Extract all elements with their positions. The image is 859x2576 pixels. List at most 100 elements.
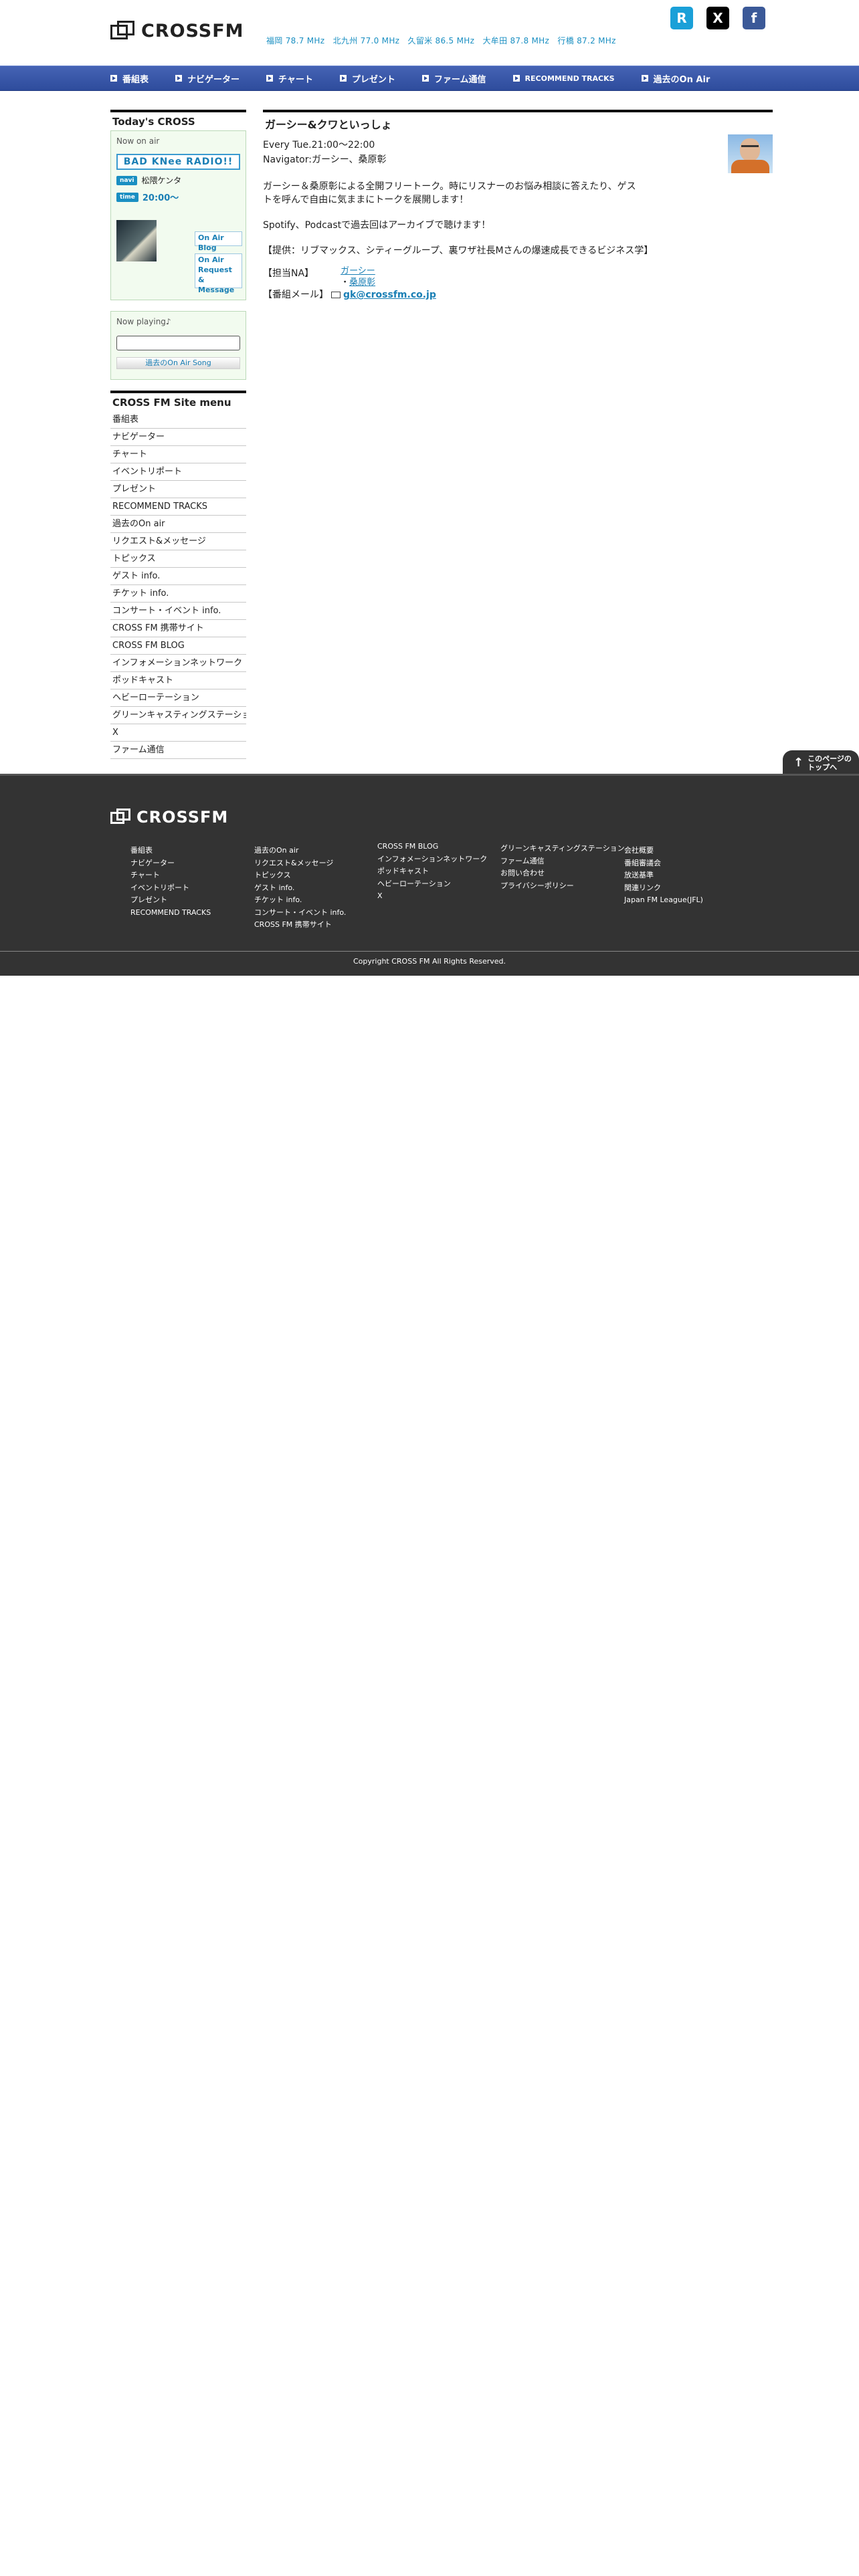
footer-link[interactable]: Japan FM League(JFL) [624, 894, 703, 907]
site-menu-title: CROSS FM Site menu [110, 391, 246, 411]
footer-link[interactable]: チャート [130, 869, 211, 882]
footer-link[interactable]: リクエスト&メッセージ [254, 857, 346, 870]
site-menu-item[interactable]: X [110, 724, 246, 742]
footer-link[interactable]: トピックス [254, 869, 346, 882]
site-menu-item[interactable]: リクエスト&メッセージ [110, 533, 246, 550]
site-menu-item[interactable]: コンサート・イベント info. [110, 603, 246, 620]
onair-time: 20:00～ [142, 193, 179, 203]
request-message-button[interactable]: On Air Request & Message [195, 253, 242, 294]
site-menu-item[interactable]: プレゼント [110, 481, 246, 498]
now-on-air-box: Now on air BAD KNee RADIO!! navi 松隈ケンタ t… [110, 130, 246, 300]
footer-link[interactable]: お問い合わせ [500, 867, 625, 880]
now-on-air-label: Now on air [116, 136, 160, 146]
footer-link[interactable]: ゲスト info. [254, 882, 346, 895]
footer-link[interactable]: チケット info. [254, 894, 346, 907]
site-menu-item[interactable]: ナビゲーター [110, 429, 246, 446]
program-photo [728, 134, 773, 173]
nav-bullet-icon [641, 75, 648, 82]
onair-blog-button[interactable]: On Air Blog [195, 231, 242, 252]
page-top-button[interactable]: ↑ このページの トップへ [783, 750, 859, 776]
site-menu-item[interactable]: ヘビーローテーション [110, 689, 246, 707]
site-menu-item[interactable]: イベントリポート [110, 463, 246, 481]
site-menu-item[interactable]: CROSS FM 携帯サイト [110, 620, 246, 637]
footer-link[interactable]: CROSS FM 携帯サイト [254, 919, 346, 932]
footer-link[interactable]: コンサート・イベント info. [254, 907, 346, 920]
footer-link[interactable]: ヘビーローテーション [377, 878, 487, 891]
now-playing-label: Now playing♪ [116, 317, 171, 326]
footer-link[interactable]: ファーム通信 [500, 855, 625, 868]
program-navigators: Navigator:ガーシー、桑原彰 [263, 154, 387, 165]
staff-list: ガーシー ・桑原彰 [341, 265, 375, 288]
footer-link[interactable]: グリーンキャスティングステーション [500, 843, 625, 855]
frequency-list: 福岡 78.7 MHz 北九州 77.0 MHz 久留米 86.5 MHz 大牟… [266, 36, 616, 45]
site-menu-list: 番組表 ナビゲーター チャート イベントリポート プレゼント RECOMMEND TRAC… [110, 411, 246, 759]
facebook-icon[interactable]: f [743, 7, 765, 29]
footer-link[interactable]: RECOMMEND TRACKS [130, 907, 211, 920]
past-onair-song-button[interactable]: 過去のOn Air Song [116, 357, 240, 369]
site-menu: CROSS FM Site menu 番組表 ナビゲーター チャート イベントリポート… [110, 391, 246, 759]
copyright: Copyright CROSS FM All Rights Reserved. [0, 951, 859, 975]
mail-label: 【番組メール】 [263, 290, 328, 300]
nav-bullet-icon [421, 75, 429, 82]
footer-link[interactable]: 番組表 [130, 845, 211, 857]
crossfm-logo-mark-icon [110, 21, 136, 41]
site-menu-item[interactable]: 番組表 [110, 411, 246, 429]
now-playing-box: Now playing♪ 過去のOn Air Song [110, 311, 246, 380]
program-staff: 【担当NA】 ガーシー ・桑原彰 [263, 265, 773, 288]
nav-item-navigator[interactable]: ナビゲーター [175, 66, 240, 90]
footer-link[interactable]: 放送基準 [624, 869, 703, 882]
footer-col-2: 過去のOn air リクエスト&メッセージ トピックス ゲスト info. チケット i… [254, 845, 346, 932]
nav-item-schedule[interactable]: 番組表 [110, 66, 149, 90]
footer-col-5: 会社概要 番組審議会 放送基準 関連リンク Japan FM League(JFL) [624, 845, 703, 907]
footer-link[interactable]: X [377, 890, 487, 903]
current-program-name[interactable]: BAD KNee RADIO!! [116, 154, 240, 170]
crossfm-logo[interactable]: CROSSFM [110, 19, 244, 43]
footer-link[interactable]: 番組審議会 [624, 857, 703, 870]
site-menu-item[interactable]: チケット info. [110, 585, 246, 603]
crossfm-logo-mark-icon [110, 809, 132, 826]
staff-item[interactable]: ・桑原彰 [341, 277, 375, 288]
site-menu-item[interactable]: ファーム通信 [110, 742, 246, 759]
program-description: ガーシー＆桑原彰による全開フリートーク。時にリスナーのお悩み相談に答えたり、ゲス… [263, 181, 636, 205]
site-menu-item[interactable]: 過去のOn air [110, 516, 246, 533]
mail-link[interactable]: gk@crossfm.co.jp [343, 288, 436, 302]
footer-link[interactable]: 過去のOn air [254, 845, 346, 857]
todays-cross-title: Today's CROSS [110, 110, 246, 130]
nav-bullet-icon [339, 75, 347, 82]
footer-link[interactable]: 会社概要 [624, 845, 703, 857]
site-menu-item[interactable]: RECOMMEND TRACKS [110, 498, 246, 516]
footer-link[interactable]: ポッドキャスト [377, 865, 487, 878]
footer-col-3: CROSS FM BLOG インフォメーションネットワーク ポッドキャスト ヘビーロー… [377, 841, 487, 903]
nav-item-recommend[interactable]: RECOMMEND TRACKS [512, 66, 615, 90]
site-menu-item[interactable]: ゲスト info. [110, 568, 246, 585]
site-menu-item[interactable]: トピックス [110, 550, 246, 568]
footer-link[interactable]: CROSS FM BLOG [377, 841, 487, 853]
nav-bullet-icon [512, 75, 520, 82]
arrow-up-icon: ↑ [793, 756, 804, 770]
footer-link[interactable]: インフォメーションネットワーク [377, 853, 487, 866]
footer-link[interactable]: 関連リンク [624, 882, 703, 895]
staff-item[interactable]: ガーシー [341, 265, 375, 277]
footer-link[interactable]: プレゼント [130, 894, 211, 907]
footer-link[interactable]: ナビゲーター [130, 857, 211, 870]
site-menu-item[interactable]: CROSS FM BLOG [110, 637, 246, 655]
radiko-icon[interactable]: R [670, 7, 693, 29]
nav-bullet-icon [110, 75, 117, 82]
global-nav: 番組表 ナビゲーター チャート プレゼント ファーム通信 RECOMMEND T… [0, 66, 859, 91]
time-row: time 20:00～ [116, 191, 240, 203]
nav-item-farm[interactable]: ファーム通信 [421, 66, 486, 90]
program-archive-note: Spotify、Podcastで過去回はアーカイブで聴けます！ [263, 220, 491, 231]
footer-link[interactable]: イベントリポート [130, 882, 211, 895]
footer-link[interactable]: プライバシーポリシー [500, 880, 625, 893]
x-icon[interactable]: X [706, 7, 729, 29]
time-tag: time [116, 192, 138, 202]
footer-logo[interactable]: CROSSFM [110, 808, 228, 827]
nav-item-chart[interactable]: チャート [266, 66, 313, 90]
site-menu-item[interactable]: グリーンキャスティングステーション [110, 707, 246, 724]
site-menu-item[interactable]: インフォメーションネットワーク [110, 655, 246, 672]
nav-item-present[interactable]: プレゼント [339, 66, 395, 90]
nav-item-past-onair[interactable]: 過去のOn Air [641, 66, 710, 90]
site-menu-item[interactable]: ポッドキャスト [110, 672, 246, 689]
site-menu-item[interactable]: チャート [110, 446, 246, 463]
staff-label: 【担当NA】 [263, 268, 314, 279]
